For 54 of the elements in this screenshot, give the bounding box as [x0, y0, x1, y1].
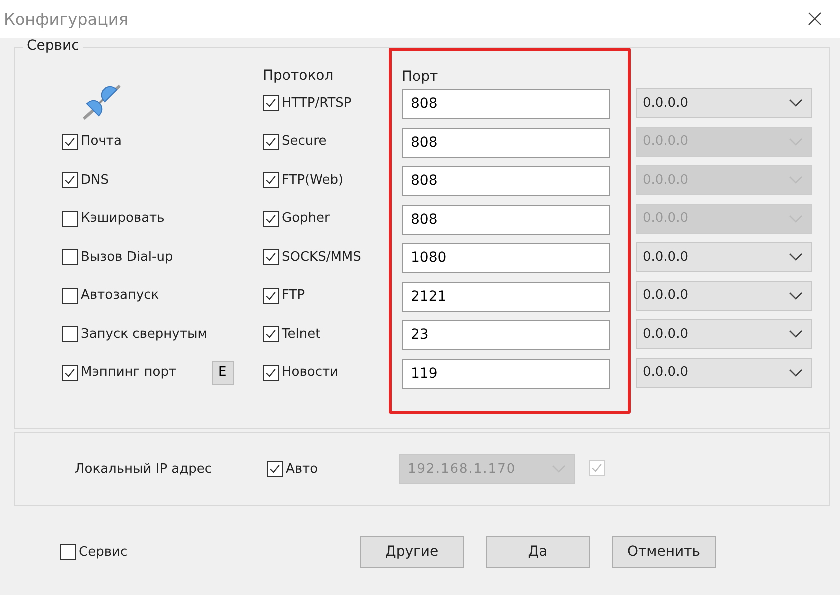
- checkbox[interactable]: [62, 134, 78, 150]
- address-dropdown[interactable]: 0.0.0.0: [636, 319, 812, 350]
- chevron-down-icon: [789, 292, 803, 300]
- port-field[interactable]: 119: [402, 358, 610, 389]
- edit-button[interactable]: E: [212, 360, 234, 385]
- column-header: Протокол: [263, 68, 334, 84]
- chevron-down-icon: [789, 99, 803, 108]
- dialog-button[interactable]: Да: [486, 536, 590, 568]
- port-field[interactable]: 808: [402, 89, 610, 120]
- checkbox[interactable]: [62, 288, 78, 304]
- address-dropdown[interactable]: 0.0.0.0: [636, 242, 812, 272]
- checkbox[interactable]: [62, 172, 78, 188]
- protocol-label: FTP(Web): [282, 172, 344, 188]
- option-label: DNS: [81, 172, 109, 188]
- checkbox[interactable]: [263, 288, 279, 304]
- option-label: Запуск свернутым: [81, 326, 208, 342]
- dialog-button[interactable]: Другие: [360, 536, 464, 568]
- port-field[interactable]: 1080: [402, 243, 610, 274]
- group-title: Сервис: [23, 38, 84, 54]
- checkbox[interactable]: [62, 364, 78, 381]
- checkbox[interactable]: [62, 210, 78, 227]
- address-dropdown[interactable]: 0.0.0.0: [636, 280, 812, 311]
- option-label: Авто: [286, 462, 318, 476]
- protocol-label: Gopher: [282, 211, 330, 226]
- checkbox[interactable]: [62, 326, 78, 342]
- chevron-down-icon: [789, 253, 803, 262]
- checkbox[interactable]: [263, 95, 279, 112]
- address-dropdown[interactable]: 0.0.0.0: [636, 358, 812, 388]
- option-label: Вызов Dial-up: [81, 250, 174, 265]
- port-field[interactable]: 23: [402, 320, 610, 350]
- protocol-label: FTP: [282, 288, 306, 304]
- protocol-label: Secure: [282, 134, 327, 150]
- option-label: Автозапуск: [81, 288, 160, 304]
- port-field[interactable]: 2121: [402, 282, 610, 312]
- column-header: Порт: [402, 69, 438, 85]
- protocol-label: SOCKS/MMS: [282, 250, 362, 265]
- window-title: Конфигурация: [4, 10, 128, 28]
- option-label: Сервис: [79, 544, 128, 560]
- checkbox[interactable]: [263, 364, 279, 381]
- option-label: Мэппинг порт: [81, 365, 177, 380]
- checkbox[interactable]: [60, 544, 76, 560]
- option-label: Почта: [81, 134, 122, 150]
- address-dropdown[interactable]: 0.0.0.0: [636, 88, 812, 118]
- chevron-down-icon: [789, 368, 803, 377]
- field-label: Локальный IP адрес: [75, 462, 214, 476]
- protocol-label: Telnet: [282, 326, 321, 342]
- checkbox[interactable]: [62, 249, 78, 266]
- option-label: Кэшировать: [81, 211, 165, 226]
- dialog-button[interactable]: Отменить: [612, 536, 716, 568]
- protocol-label: HTTP/RTSP: [282, 96, 352, 111]
- protocol-label: Новости: [282, 365, 339, 380]
- checkbox[interactable]: [263, 326, 279, 342]
- chevron-down-icon: [789, 330, 803, 338]
- checkbox[interactable]: [263, 249, 279, 266]
